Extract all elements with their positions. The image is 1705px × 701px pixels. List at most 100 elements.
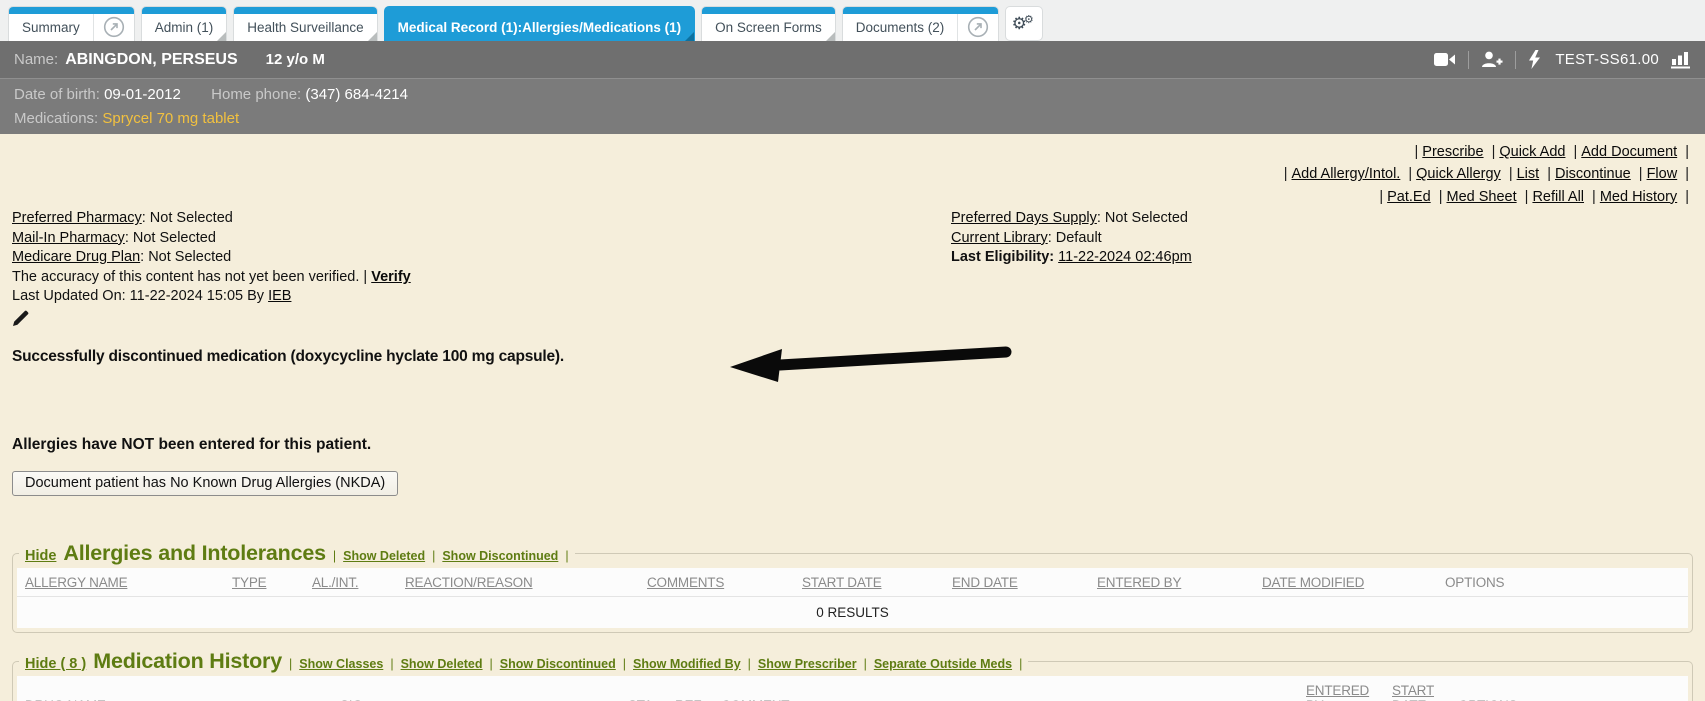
pharmacy-info-left: Preferred Pharmacy: Not Selected Mail-In… [12,209,411,328]
action-links-row-3: Pat.Ed Med Sheet Refill All Med History [12,186,1693,208]
col-date-modified[interactable]: DATE MODIFIED [1254,568,1437,597]
col-entered-by[interactable]: ENTERED BY [1298,676,1384,701]
refill-all-link[interactable]: Refill All [1532,189,1584,205]
tab-documents[interactable]: Documents (2) [842,6,1000,41]
verify-link[interactable]: Verify [371,269,411,285]
list-link[interactable]: List [1517,166,1540,182]
col-status[interactable]: STA [620,676,667,701]
preferred-days-supply-line: Preferred Days Supply: Not Selected [951,209,1693,229]
tab-health-surveillance[interactable]: Health Surveillance [233,6,377,41]
patient-name-label: Name: [14,51,58,68]
quick-allergy-link[interactable]: Quick Allergy [1416,166,1501,182]
last-eligibility-label: Last Eligibility: [951,249,1054,265]
last-eligibility-value-link[interactable]: 11-22-2024 02:46pm [1058,249,1192,265]
action-links-row-2: Add Allergy/Intol. Quick Allergy List Di… [12,163,1693,185]
col-end-date[interactable]: END DATE [944,568,1089,597]
tab-medical-record[interactable]: Medical Record (1):Allergies/Medications… [384,6,696,41]
lightning-bolt-icon[interactable] [1528,50,1541,69]
medications-line: Medications: Sprycel 70 mg tablet [14,107,1691,131]
settings-button[interactable]: ⚙⚙ [1005,6,1043,41]
allergies-hide-link[interactable]: Hide [25,548,56,564]
allergies-show-deleted-link[interactable]: Show Deleted [343,549,425,563]
show-discontinued-link[interactable]: Show Discontinued [500,657,616,671]
tab-admin[interactable]: Admin (1) [141,6,228,41]
col-start-date[interactable]: START DATE [1384,676,1450,701]
patient-age-sex: 12 y/o M [266,51,325,68]
current-library-value: : Default [1048,230,1102,246]
col-refill[interactable]: REF [667,676,713,701]
preferred-pharmacy-value: : Not Selected [142,210,233,226]
show-deleted-link[interactable]: Show Deleted [401,657,483,671]
col-comments[interactable]: COMMENTS [639,568,794,597]
col-reaction-reason[interactable]: REACTION/REASON [397,568,639,597]
edit-pencil-row [12,310,411,328]
discontinue-link[interactable]: Discontinue [1555,166,1631,182]
allergies-show-discontinued-link[interactable]: Show Discontinued [442,549,558,563]
add-allergy-intol-link[interactable]: Add Allergy/Intol. [1292,166,1401,182]
divider [1515,51,1516,69]
col-entered-by[interactable]: ENTERED BY [1089,568,1254,597]
last-updated-by-link[interactable]: IEB [268,288,291,304]
col-drug-name[interactable]: DRUG NAME [17,676,332,701]
medication-history-table: DRUG NAME SIG STA REF COMMENT ENTERED BY… [17,676,1688,701]
current-library-link[interactable]: Current Library [951,230,1048,246]
home-phone-label: Home phone: [211,86,301,103]
allergy-notice: Allergies have NOT been entered for this… [12,436,1693,454]
med-history-link[interactable]: Med History [1600,189,1677,205]
account-id[interactable]: TEST-SS61.00 [1555,51,1659,68]
medications-header-row: DRUG NAME SIG STA REF COMMENT ENTERED BY… [17,676,1688,701]
prescribe-link[interactable]: Prescribe [1422,144,1483,160]
medication-history-title: Medication History [93,649,282,674]
tab-health-surveillance-label: Health Surveillance [234,10,376,39]
last-updated-text: Last Updated On: 11-22-2024 15:05 By [12,288,264,304]
pat-ed-link[interactable]: Pat.Ed [1387,189,1431,205]
show-classes-link[interactable]: Show Classes [299,657,383,671]
add-document-link[interactable]: Add Document [1581,144,1677,160]
tab-summary-label: Summary [9,10,93,39]
quick-add-link[interactable]: Quick Add [1499,144,1565,160]
results-count: 0 RESULTS [17,596,1688,628]
show-prescriber-link[interactable]: Show Prescriber [758,657,857,671]
col-options: OPTIONS [1437,568,1688,597]
medications-hide-link[interactable]: Hide ( 8 ) [25,656,86,672]
allergies-section: Hide Allergies and Intolerances Show Del… [12,541,1693,633]
preferred-days-supply-link[interactable]: Preferred Days Supply [951,210,1097,226]
bar-chart-icon[interactable] [1671,50,1691,69]
tab-bar: Summary Admin (1) Health Surveillance Me… [0,0,1705,41]
medications-label: Medications: [14,110,98,127]
preferred-days-supply-value: : Not Selected [1097,210,1188,226]
col-type[interactable]: TYPE [224,568,304,597]
summary-popout-icon[interactable] [94,6,134,41]
col-al-int[interactable]: AL./INT. [304,568,397,597]
col-allergy-name[interactable]: ALLERGY NAME [17,568,224,597]
documents-popout-icon[interactable] [958,6,998,41]
tab-on-screen-forms[interactable]: On Screen Forms [701,6,836,41]
pharmacy-info-row: Preferred Pharmacy: Not Selected Mail-In… [12,209,1693,328]
medicare-drug-plan-line: Medicare Drug Plan: Not Selected [12,248,411,268]
tab-summary[interactable]: Summary [8,6,135,41]
medication-history-header: Hide ( 8 ) Medication History Show Class… [19,649,1028,674]
preferred-pharmacy-line: Preferred Pharmacy: Not Selected [12,209,411,229]
status-message-row: Successfully discontinued medication (do… [12,348,1693,366]
video-camera-icon[interactable] [1434,52,1456,67]
col-comment[interactable]: COMMENT [713,676,1298,701]
supply-info-right: Preferred Days Supply: Not Selected Curr… [951,209,1693,328]
separate-outside-meds-link[interactable]: Separate Outside Meds [874,657,1012,671]
patient-detail-bar: Date of birth: 09-01-2012 Home phone: (3… [0,78,1705,134]
add-person-icon[interactable] [1481,51,1503,68]
preferred-pharmacy-link[interactable]: Preferred Pharmacy [12,210,142,226]
medicare-drug-plan-link[interactable]: Medicare Drug Plan [12,249,140,265]
med-sheet-link[interactable]: Med Sheet [1446,189,1516,205]
mail-in-pharmacy-line: Mail-In Pharmacy: Not Selected [12,229,411,249]
pencil-icon[interactable] [12,315,29,331]
tab-medical-record-label: Medical Record (1):Allergies/Medications… [385,10,695,39]
mail-in-pharmacy-link[interactable]: Mail-In Pharmacy [12,230,125,246]
flow-link[interactable]: Flow [1647,166,1678,182]
show-modified-by-link[interactable]: Show Modified By [633,657,741,671]
allergies-section-title: Allergies and Intolerances [63,541,325,566]
col-sig[interactable]: SIG [332,676,620,701]
col-start-date[interactable]: START DATE [794,568,944,597]
nkda-button[interactable]: Document patient has No Known Drug Aller… [12,471,398,496]
col-options: OPTIONS [1450,676,1688,701]
verify-line: The accuracy of this content has not yet… [12,268,411,288]
